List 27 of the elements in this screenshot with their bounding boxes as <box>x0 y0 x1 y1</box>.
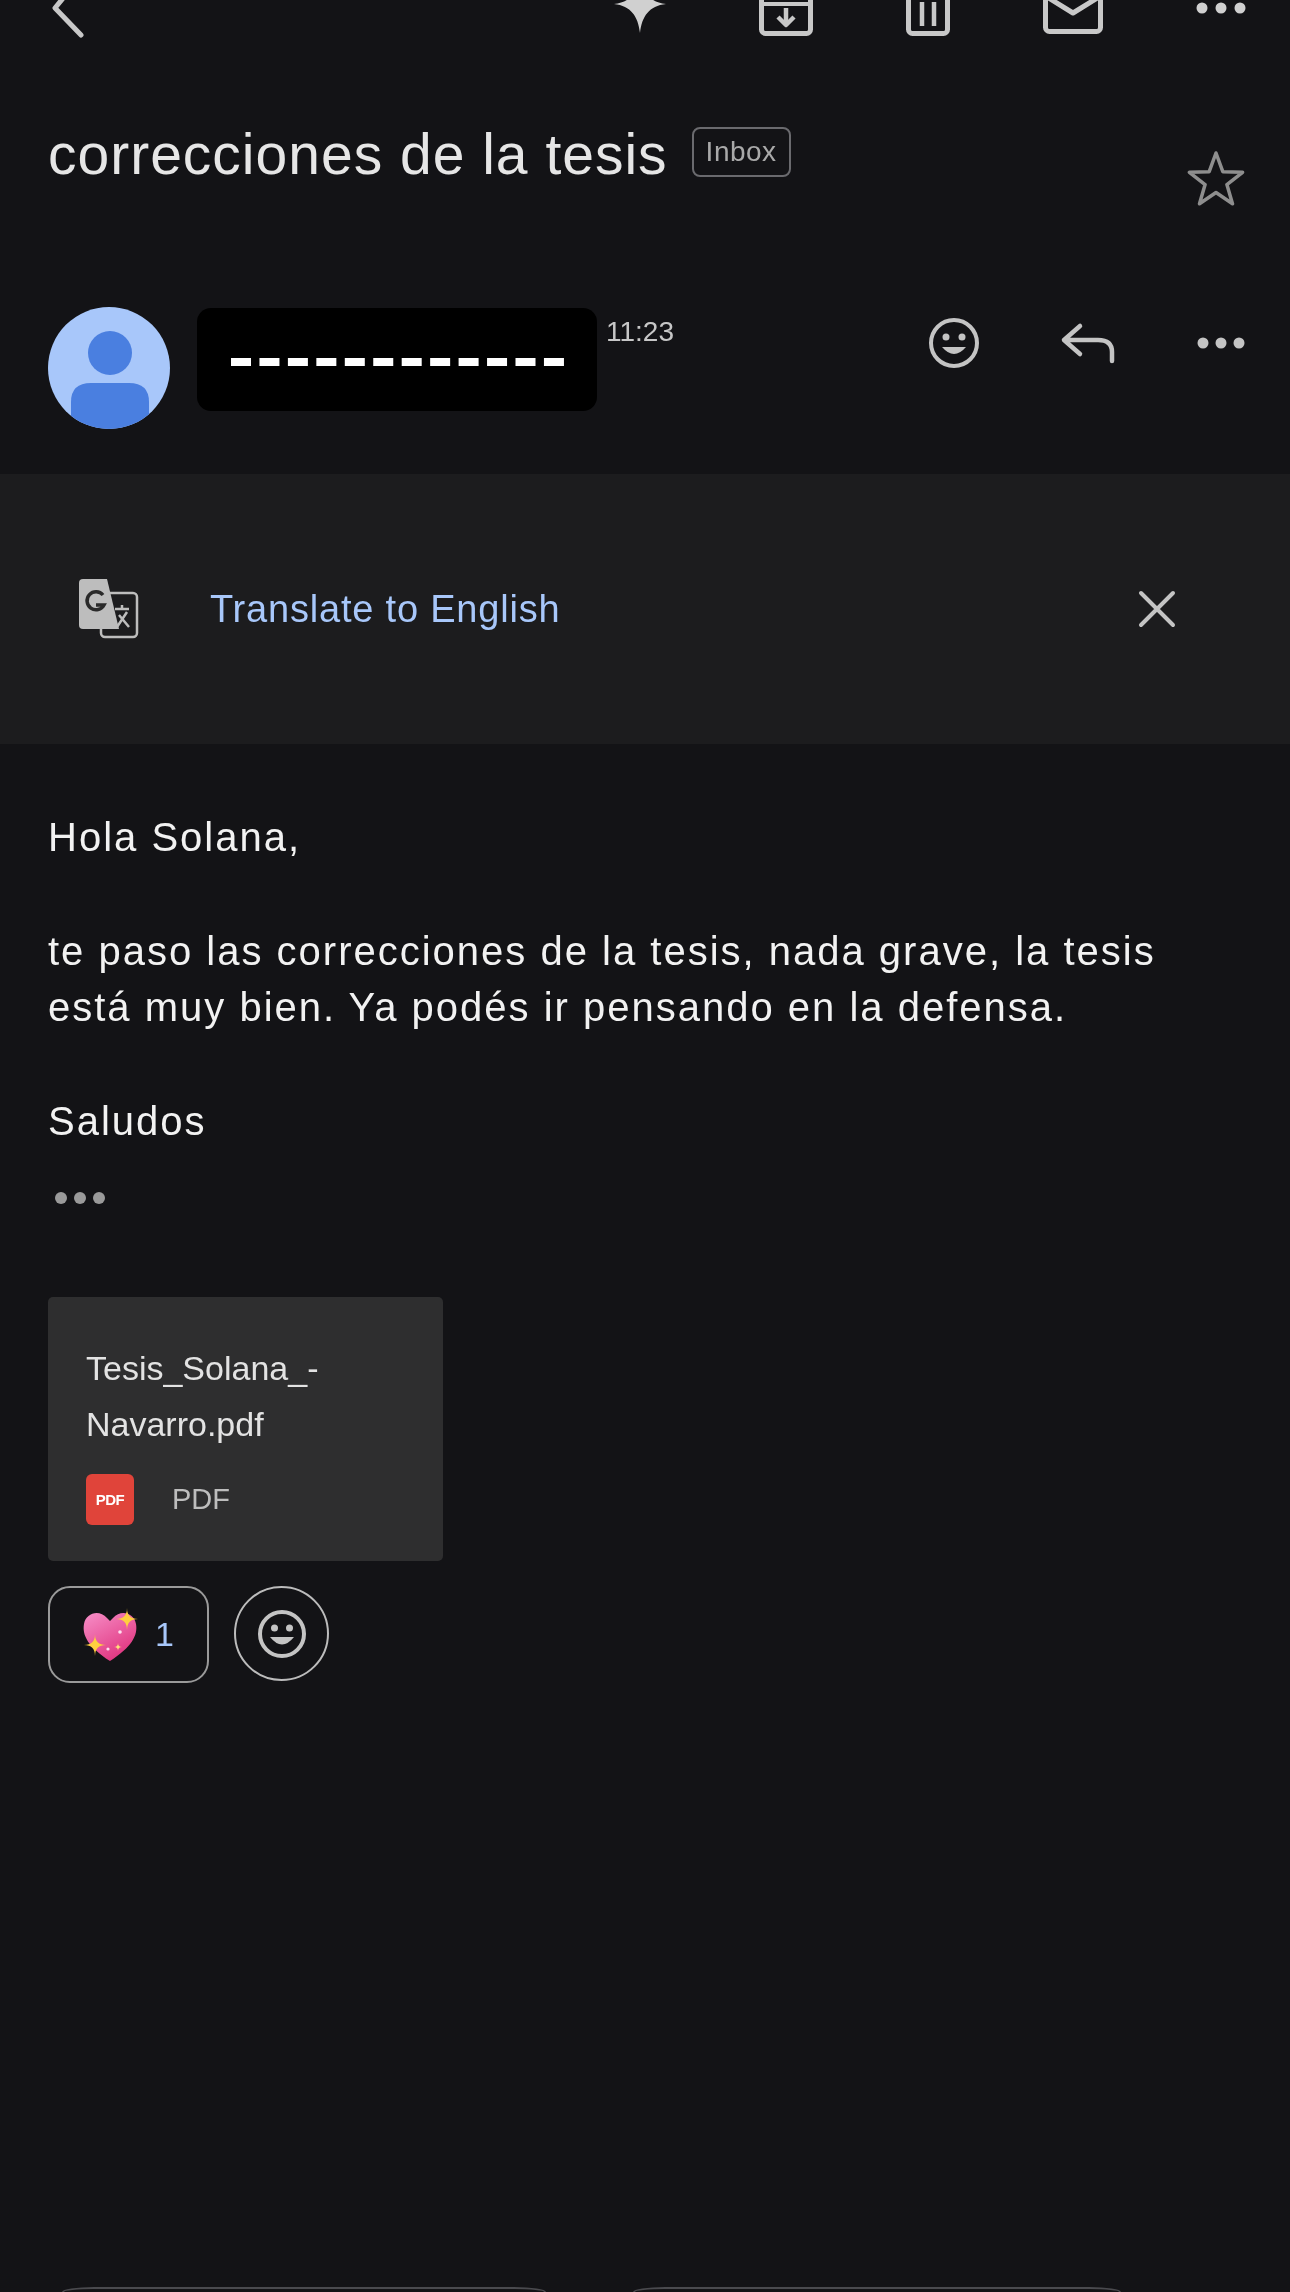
sent-time: 11:23 <box>606 315 674 349</box>
envelope-icon[interactable] <box>1043 0 1103 34</box>
add-reaction-button[interactable] <box>234 1586 329 1681</box>
body-paragraph: Saludos <box>48 1098 207 1145</box>
reaction-button[interactable]: 1 <box>48 1586 209 1683</box>
body-paragraph: te paso las correcciones de la tesis, nada grave, la tesis está muy bien. Ya podés ir pensando en la defensa. <box>48 928 1157 1031</box>
avatar-icon <box>48 307 170 429</box>
ellipsis-icon[interactable] <box>55 1192 105 1204</box>
file-type-label: PDF <box>172 1483 230 1516</box>
translate-icon <box>79 579 139 639</box>
more-icon[interactable] <box>1197 337 1245 349</box>
attachment-card[interactable]: Tesis_Solana_-Navarro.pdf PDF PDF <box>48 1297 443 1561</box>
mailbox-label: Inbox <box>691 127 791 177</box>
back-icon[interactable] <box>50 0 86 38</box>
subject-title: correcciones de la tesis <box>48 122 668 186</box>
smiley-icon <box>256 1608 307 1659</box>
archive-icon[interactable] <box>759 0 813 36</box>
reply-icon[interactable] <box>1060 322 1116 364</box>
smiley-icon[interactable] <box>927 317 981 369</box>
trash-icon[interactable] <box>906 0 950 36</box>
more-icon[interactable] <box>1196 2 1246 14</box>
close-icon[interactable] <box>1138 590 1176 628</box>
body-paragraph: Hola Solana, <box>48 814 302 861</box>
pdf-file-icon: PDF <box>86 1474 134 1525</box>
file-name: Tesis_Solana_-Navarro.pdf <box>86 1348 320 1445</box>
star-icon[interactable] <box>1185 151 1247 207</box>
translate-link[interactable]: Translate to English <box>210 587 561 631</box>
